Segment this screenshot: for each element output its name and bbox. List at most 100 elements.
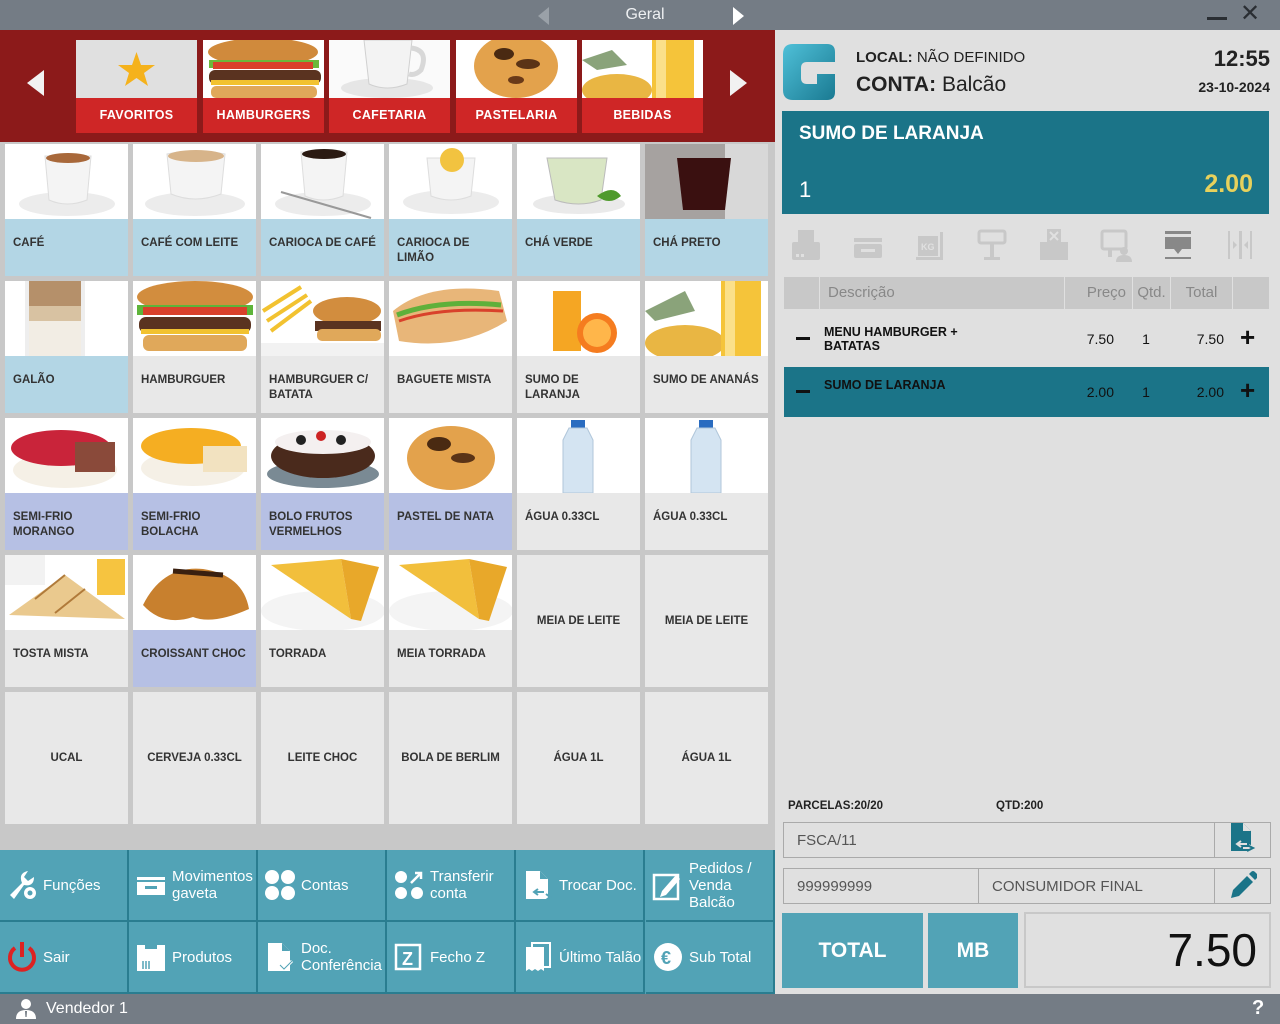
scale-kg-icon[interactable]: KG (914, 228, 946, 262)
qtd-info: QTD:200 (996, 800, 1044, 812)
mb-payment-button[interactable]: MB (928, 913, 1018, 988)
product-tile[interactable]: CARIOCA DE CAFÉ (261, 144, 384, 276)
decrease-qty-icon[interactable] (796, 390, 810, 393)
product-tile[interactable]: HAMBURGUER (133, 281, 256, 413)
client-name-field[interactable]: CONSUMIDOR FINAL (978, 868, 1215, 904)
category-cafetaria[interactable]: CAFETARIA (329, 40, 450, 133)
line-price: 7.50 (1086, 331, 1114, 347)
increase-qty-icon[interactable]: + (1240, 324, 1255, 350)
product-tile[interactable]: ÁGUA 1L (645, 692, 768, 824)
product-tile[interactable]: MEIA DE LEITE (645, 555, 768, 687)
berry-cake-image (261, 418, 384, 493)
pineapple-juice-image (645, 281, 768, 356)
product-tile[interactable]: TORRADA (261, 555, 384, 687)
display-pole-icon[interactable] (976, 228, 1008, 262)
function-label: Trocar Doc. (559, 876, 637, 894)
function-sair-button[interactable]: Sair (0, 922, 129, 994)
product-tile[interactable]: ÁGUA 0.33CL (645, 418, 768, 550)
product-tile[interactable]: CHÁ PRETO (645, 144, 768, 276)
product-label: UCAL (50, 751, 83, 764)
product-tile[interactable]: TOSTA MISTA (5, 555, 128, 687)
function-fun-es-button[interactable]: Funções (0, 850, 129, 922)
product-tile[interactable]: CERVEJA 0.33CL (133, 692, 256, 824)
product-tile[interactable]: ÁGUA 1L (517, 692, 640, 824)
line-total: 2.00 (1196, 384, 1224, 400)
function-transferir-conta-button[interactable]: Transferir conta (387, 850, 516, 922)
minimize-icon[interactable] (1207, 17, 1227, 20)
power-icon (6, 941, 38, 973)
category-hamburgers[interactable]: HAMBURGERS (203, 40, 324, 133)
product-tile[interactable]: SUMO DE ANANÁS (645, 281, 768, 413)
product-label: ÁGUA 0.33CL (645, 493, 768, 550)
function-trocar-doc-button[interactable]: Trocar Doc. (516, 850, 645, 922)
function-contas-button[interactable]: Contas (258, 850, 387, 922)
document-swap-icon (1229, 822, 1257, 858)
product-tile[interactable]: BAGUETE MISTA (389, 281, 512, 413)
local-info: LOCAL: NÃO DEFINIDO (856, 49, 1026, 66)
function-pedidos-venda-balc-o-button[interactable]: Pedidos / Venda Balcão (646, 850, 775, 922)
product-tile[interactable]: LEITE CHOC (261, 692, 384, 824)
function-label: Doc. Conferência (301, 940, 382, 974)
product-label: CHÁ PRETO (645, 219, 768, 276)
change-document-button[interactable] (1214, 822, 1271, 858)
product-tile[interactable]: CARIOCA DE LIMÃO (389, 144, 512, 276)
previous-section-icon[interactable] (538, 7, 549, 25)
decrease-qty-icon[interactable] (796, 337, 810, 340)
category-next-icon[interactable] (730, 70, 747, 96)
category-favoritos[interactable]: FAVORITOS (76, 40, 197, 133)
four-dots-icon (264, 869, 296, 901)
split-icon[interactable] (1224, 228, 1256, 262)
current-user[interactable]: Vendedor 1 (46, 1000, 128, 1018)
product-label: MEIA DE LEITE (536, 614, 621, 627)
nif-field[interactable]: 999999999 (783, 868, 979, 904)
function-doc-confer-ncia-button[interactable]: Doc. Conferência (258, 922, 387, 994)
product-tile[interactable]: CAFÉ COM LEITE (133, 144, 256, 276)
order-line[interactable]: MENU HAMBURGER + BATATAS 7.50 1 7.50 + (784, 314, 1269, 364)
function-produtos-button[interactable]: Produtos (129, 922, 258, 994)
product-tile[interactable]: PASTEL DE NATA (389, 418, 512, 550)
z-box-icon: Z (393, 941, 425, 973)
product-tile[interactable]: HAMBURGUER C/ BATATA (261, 281, 384, 413)
increase-qty-icon[interactable]: + (1240, 377, 1255, 403)
function-sub-total-button[interactable]: € Sub Total (646, 922, 775, 994)
product-tile[interactable]: SEMI-FRIO MORANGO (5, 418, 128, 550)
collapse-icon[interactable] (1162, 228, 1194, 262)
product-tile[interactable]: UCAL (5, 692, 128, 824)
edit-client-button[interactable] (1214, 868, 1271, 904)
product-tile[interactable]: SUMO DE LARANJA (517, 281, 640, 413)
cash-drawer-icon (135, 869, 167, 901)
category-pastelaria[interactable]: PASTELARIA (456, 40, 577, 133)
product-tile[interactable]: BOLA DE BERLIM (389, 692, 512, 824)
customer-display-icon[interactable] (1100, 228, 1132, 262)
product-label: TORRADA (261, 630, 384, 687)
product-label: MEIA TORRADA (389, 630, 512, 687)
category-bebidas[interactable]: BEBIDAS (582, 40, 703, 133)
next-section-icon[interactable] (733, 7, 744, 25)
document-series-field[interactable]: FSCA/11 (783, 822, 1215, 858)
product-tile[interactable]: CROISSANT CHOC (133, 555, 256, 687)
product-label: MEIA DE LEITE (664, 614, 749, 627)
category-prev-icon[interactable] (27, 70, 44, 96)
green-tea-cup-image (517, 144, 640, 219)
product-tile[interactable]: MEIA TORRADA (389, 555, 512, 687)
product-tile[interactable]: SEMI-FRIO BOLACHA (133, 418, 256, 550)
product-tile[interactable]: MEIA DE LEITE (517, 555, 640, 687)
product-tile[interactable]: BOLO FRUTOS VERMELHOS (261, 418, 384, 550)
total-button[interactable]: TOTAL (782, 913, 923, 988)
product-tile[interactable]: GALÃO (5, 281, 128, 413)
help-icon[interactable]: ? (1252, 997, 1264, 1020)
printer-icon[interactable] (790, 228, 822, 262)
product-tile[interactable]: ÁGUA 0.33CL (517, 418, 640, 550)
product-tile[interactable]: CHÁ VERDE (517, 144, 640, 276)
order-line[interactable]: SUMO DE LARANJA 2.00 1 2.00 + (784, 367, 1269, 417)
lemon-tea-cup-image (389, 144, 512, 219)
toast-image (389, 555, 512, 630)
section-title: Geral (625, 6, 665, 23)
cancel-print-icon[interactable] (1038, 228, 1070, 262)
function-movimentos-gaveta-button[interactable]: Movimentos gaveta (129, 850, 258, 922)
function-fecho-z-button[interactable]: Z Fecho Z (387, 922, 516, 994)
function--ltimo-tal-o-button[interactable]: Último Talão (516, 922, 645, 994)
close-icon[interactable]: ✕ (1240, 2, 1260, 26)
drawer-icon[interactable] (852, 228, 884, 262)
product-tile[interactable]: CAFÉ (5, 144, 128, 276)
